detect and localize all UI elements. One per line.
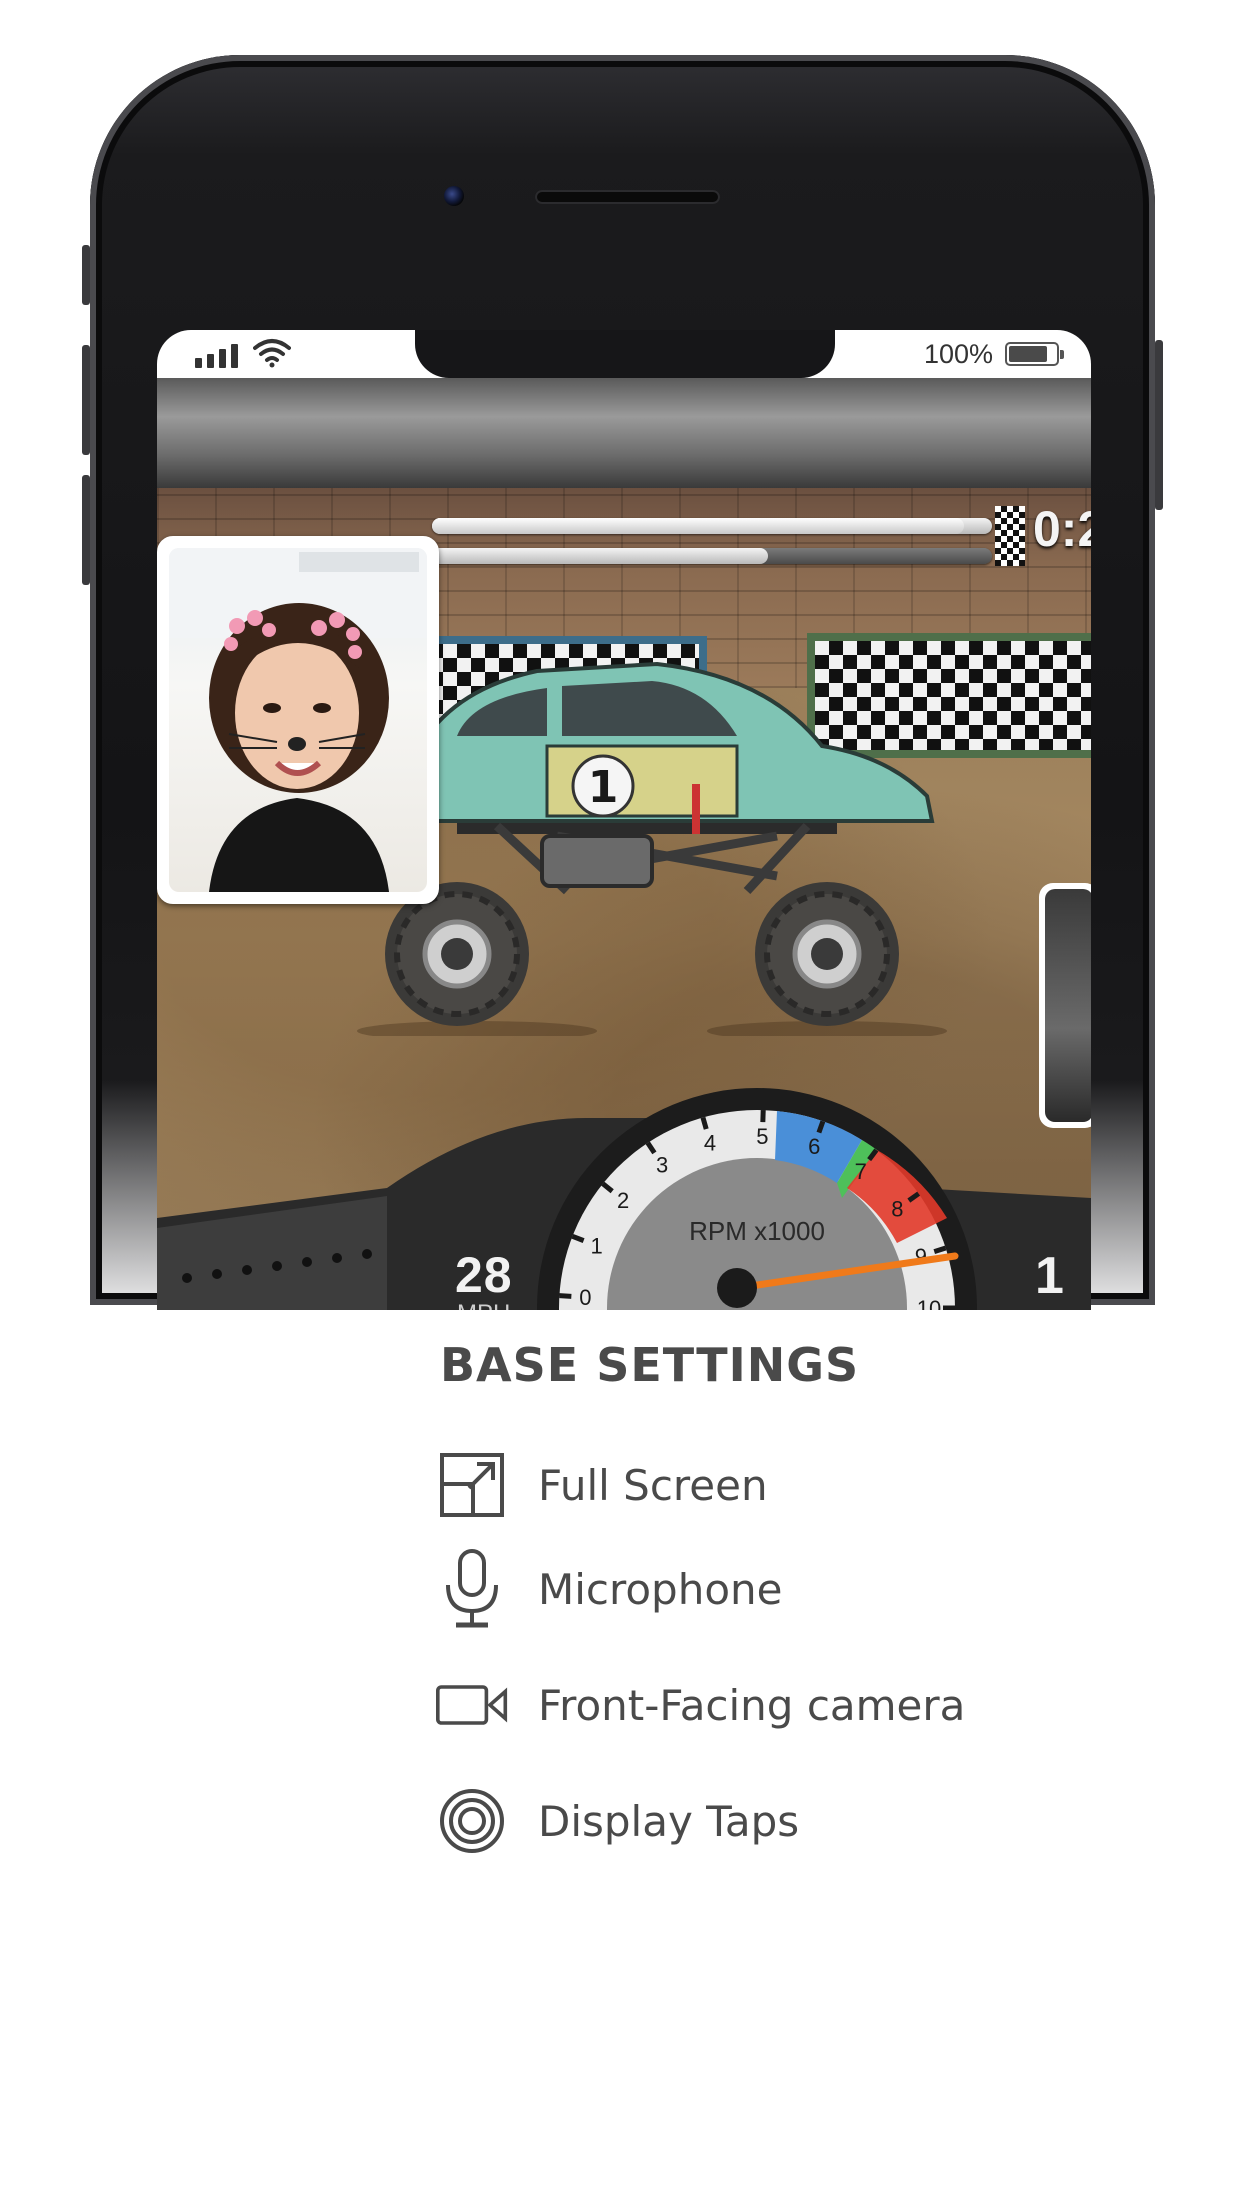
rpm-tick-label: 8 <box>891 1197 903 1222</box>
car-number: 1 <box>588 762 619 813</box>
rpm-tick-label: 5 <box>756 1124 768 1149</box>
rpm-tick-label: 0 <box>579 1285 591 1310</box>
player-progress-bar <box>432 518 992 534</box>
phone-volume-down <box>82 475 90 585</box>
rpm-tick-mark <box>933 1245 947 1255</box>
rpm-tick-mark <box>700 1116 709 1130</box>
setting-label: Display Taps <box>538 1796 800 1846</box>
setting-front-facing-camera[interactable]: Front-Facing camera <box>436 1670 1156 1740</box>
facecam-overlay[interactable] <box>157 536 439 904</box>
metal-banner <box>157 378 1091 488</box>
game-view[interactable]: 0:2 1 <box>157 378 1091 1310</box>
display-taps-icon <box>436 1786 508 1856</box>
rpm-tick-label: 10 <box>917 1296 941 1310</box>
battery-percentage: 100% <box>923 339 993 369</box>
base-settings-title: BASE SETTINGS <box>440 1338 860 1392</box>
screen-notch <box>415 330 835 378</box>
status-bar: 100% <box>157 330 1091 378</box>
finish-flag-icon <box>995 506 1025 566</box>
fullscreen-icon <box>436 1450 508 1520</box>
setting-display-taps[interactable]: Display Taps <box>436 1786 1156 1856</box>
setting-label: Front-Facing camera <box>538 1680 966 1730</box>
setting-full-screen[interactable]: Full Screen <box>436 1450 1156 1520</box>
microphone-icon <box>436 1549 508 1628</box>
speed-unit-label: MPH <box>457 1300 510 1310</box>
speed-readout: 28 <box>455 1247 513 1303</box>
rpm-tick-label: 4 <box>704 1131 716 1156</box>
player-progress-fill <box>432 518 964 534</box>
phone-volume-up <box>82 345 90 455</box>
setting-label: Microphone <box>538 1564 783 1614</box>
phone-screen: 100% 0:2 1 <box>157 330 1091 1310</box>
rpm-label: RPM x1000 <box>689 1216 825 1246</box>
facecam-video <box>169 548 427 892</box>
opponent-progress-bar <box>432 548 992 564</box>
wifi-icon <box>253 339 291 368</box>
race-timer: 0:2 <box>1033 501 1091 557</box>
phone-silent-switch <box>82 245 90 305</box>
gear-indicator: 1 <box>1035 1247 1064 1305</box>
earpiece-speaker <box>535 190 720 204</box>
setting-microphone[interactable]: Microphone <box>436 1549 1156 1628</box>
setting-label: Full Screen <box>538 1460 768 1510</box>
cellular-signal-icon <box>195 344 238 368</box>
facecam-person <box>169 548 427 892</box>
rpm-tick-label: 1 <box>591 1234 603 1259</box>
rpm-tick-label: 6 <box>808 1134 820 1159</box>
video-camera-icon <box>436 1670 508 1740</box>
phone-power-button <box>1155 340 1163 510</box>
front-camera-lens <box>444 186 464 206</box>
dashboard: 01234 5 678910 RPM x1000 <box>157 1088 1091 1310</box>
rpm-tick-label: 3 <box>656 1153 668 1178</box>
rpm-tick-label: 7 <box>855 1159 867 1184</box>
rpm-tick-mark <box>559 1293 572 1299</box>
rpm-tick-label: 2 <box>617 1188 629 1213</box>
opponent-progress-fill <box>432 548 768 564</box>
battery-icon <box>1005 342 1064 366</box>
front-wheel <box>755 882 899 1026</box>
